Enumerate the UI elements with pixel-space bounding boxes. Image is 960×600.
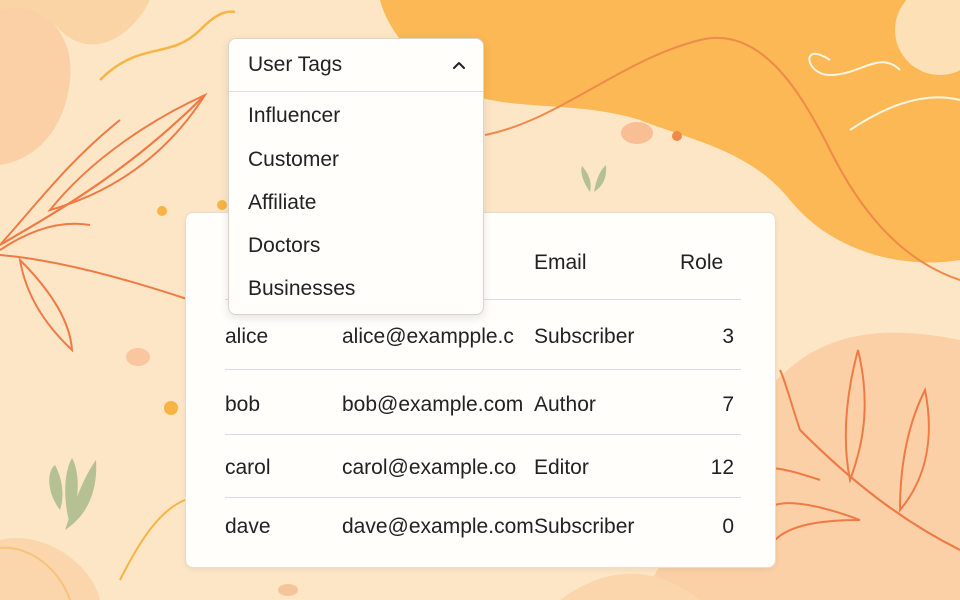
cell-count: 7 xyxy=(722,393,734,416)
cell-username: dave xyxy=(225,515,271,538)
row-divider xyxy=(225,434,741,435)
cell-count: 3 xyxy=(722,325,734,348)
cell-username: carol xyxy=(225,456,271,479)
chevron-up-icon xyxy=(453,62,465,69)
row-divider xyxy=(225,497,741,498)
cell-role: Editor xyxy=(534,456,589,479)
dropdown-option-affiliate[interactable]: Affiliate xyxy=(248,191,317,215)
cell-role: Author xyxy=(534,393,596,416)
dropdown-option-businesses[interactable]: Businesses xyxy=(248,277,355,301)
dropdown-title: User Tags xyxy=(248,53,343,76)
cell-email: bob@example.com xyxy=(342,393,524,416)
dropdown-option-influencer[interactable]: Influencer xyxy=(248,104,340,128)
cell-role: Subscriber xyxy=(534,515,635,538)
cell-email: dave@example.com xyxy=(342,515,534,538)
cell-role: Subscriber xyxy=(534,325,635,348)
cell-username: alice xyxy=(225,325,269,348)
row-divider xyxy=(225,369,741,370)
dropdown-option-doctors[interactable]: Doctors xyxy=(248,234,320,258)
column-header-email[interactable]: Email xyxy=(534,251,587,275)
cell-username: bob xyxy=(225,393,261,416)
cell-count: 12 xyxy=(710,456,734,479)
dropdown-option-customer[interactable]: Customer xyxy=(248,148,339,172)
cell-email: alice@exampple.c xyxy=(342,325,514,348)
cell-email: carol@example.co xyxy=(342,456,517,479)
column-header-role[interactable]: Role xyxy=(680,251,723,275)
cell-count: 0 xyxy=(722,515,734,538)
user-tags-dropdown: User Tags Influencer Customer Affiliate … xyxy=(228,38,484,315)
user-tags-dropdown-toggle[interactable]: User Tags xyxy=(229,39,483,92)
